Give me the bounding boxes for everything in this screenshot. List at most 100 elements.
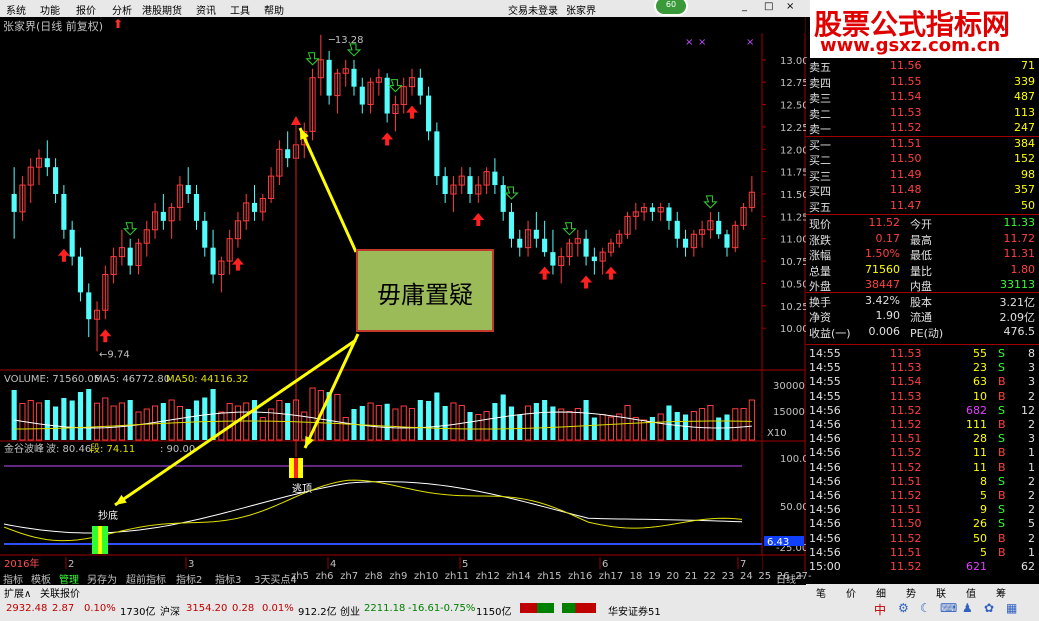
tool-4[interactable]: 联 [936,585,946,600]
tick-count: 1 [1028,446,1035,460]
tab-3[interactable]: 另存为 [87,571,117,586]
volume-bar [574,408,581,441]
tab-18[interactable]: zh16 [568,571,592,585]
sh-amount: 1730亿 [120,607,156,618]
top-signal-bar [298,458,303,478]
tab-32[interactable]: - [808,571,812,585]
tab-24[interactable]: 22 [703,571,716,585]
moon-icon[interactable]: ☾ [920,601,931,615]
tab-related-quotes[interactable]: 关联报价 [40,585,80,600]
candle-body [517,238,523,248]
tab-17[interactable]: zh15 [537,571,561,585]
candle-body [724,234,730,248]
tick-volume: 621 [966,560,987,573]
tab-26[interactable]: 24 [740,571,753,585]
indicator-name: 金谷波峰 [4,442,44,455]
tab-10[interactable]: zh7 [340,571,358,585]
tab-22[interactable]: 20 [666,571,679,585]
sell-mark-icon [305,52,320,66]
order-book-volume: 50 [1021,198,1035,212]
candle-body [185,185,191,194]
volume-bar [61,398,67,440]
tab-21[interactable]: 19 [648,571,661,585]
tick-time: 14:55 [809,361,841,375]
volume-bar [384,403,390,440]
tab-14[interactable]: zh11 [445,571,469,585]
tab-20[interactable]: 18 [630,571,643,585]
top-signal-bar [294,458,298,478]
tick-side: S [998,361,1005,375]
bottom-signal-bar [102,526,108,554]
tab-31[interactable]: + [796,571,804,585]
stat-value: 11.52 [868,216,901,229]
stat-row: 外盘 38447 内盘 33113 [806,277,1039,293]
tab-2[interactable]: 管理 [59,571,79,586]
tab-4[interactable]: 超前指标 [126,571,166,586]
cy-index: 2211.18 [364,603,406,614]
buy-arrow-icon [604,266,617,280]
buy-arrow-icon [538,266,551,280]
order-book-price: 11.49 [890,167,922,181]
tab-25[interactable]: 23 [722,571,735,585]
buy-arrow-icon [580,275,593,289]
tab-5[interactable]: 指标2 [176,571,202,586]
volume-bar [607,416,615,441]
candle-body [11,194,17,212]
tool-0[interactable]: 笔 [816,585,826,600]
tool-1[interactable]: 价 [846,585,856,600]
tool-3[interactable]: 势 [906,585,916,600]
tick-count: 2 [1028,489,1035,502]
user-icon[interactable]: ♟ [962,601,973,615]
keyboard-icon[interactable]: ⌨ [940,601,957,615]
stat-value: 1.90 [875,309,901,322]
tick-count: 1 [1028,545,1035,559]
order-book-volume: 71 [1021,59,1035,72]
tab-19[interactable]: zh17 [599,571,623,585]
tab-12[interactable]: zh9 [389,571,407,585]
volume-bar [591,417,597,440]
tab-13[interactable]: zh10 [414,571,438,585]
tab-15[interactable]: zh12 [476,571,500,585]
tab-27[interactable]: 25 [758,571,771,585]
tab-11[interactable]: zh8 [365,571,383,585]
skin-icon[interactable]: ✿ [984,601,994,615]
volume-bar [624,405,631,441]
volume-bar [135,411,142,441]
tick-time: 14:56 [809,460,841,474]
tab-9[interactable]: zh6 [316,571,334,585]
tab-0[interactable]: 指标 [3,571,23,586]
volume-bar [699,408,706,441]
order-book-row: 买二 11.50 152 [806,151,1039,167]
tick-volume: 11 [973,446,987,460]
bottom-signal-bar [98,526,102,554]
candle-body [210,247,216,275]
tab-1[interactable]: 模板 [31,571,51,586]
candle-body [127,247,133,266]
ime-indicator[interactable]: 中 [874,601,886,618]
marker-icon: × [698,37,706,48]
tool-2[interactable]: 细 [876,585,886,600]
tab-expand[interactable]: 扩展∧ [4,585,31,600]
volume-bar [251,400,258,440]
tool-6[interactable]: 筹 [996,585,1006,600]
tab-6[interactable]: 指标3 [215,571,241,586]
candle-body [682,238,689,248]
volume-bar [550,406,556,440]
tab-30[interactable]: 日线 [776,571,796,586]
cy-change: -16.61 [408,603,441,614]
tick-price: 11.52 [890,460,922,474]
stat-value: 11.33 [1003,216,1036,229]
volume-bar [359,406,365,440]
settings-icon[interactable]: ⚙ [898,601,909,615]
tab-23[interactable]: 21 [685,571,698,585]
tab-8[interactable]: zh5 [291,571,309,585]
indicator-tick: 100.0 [780,454,809,465]
tool-5[interactable]: 值 [966,585,976,600]
tick-volume: 63 [973,375,987,389]
candle-body [591,256,597,262]
tick-price: 11.51 [890,432,922,446]
tick-side: B [998,545,1006,559]
grid-icon[interactable]: ▦ [1006,601,1017,615]
volume-bar [408,408,416,441]
tab-16[interactable]: zh14 [506,571,530,585]
